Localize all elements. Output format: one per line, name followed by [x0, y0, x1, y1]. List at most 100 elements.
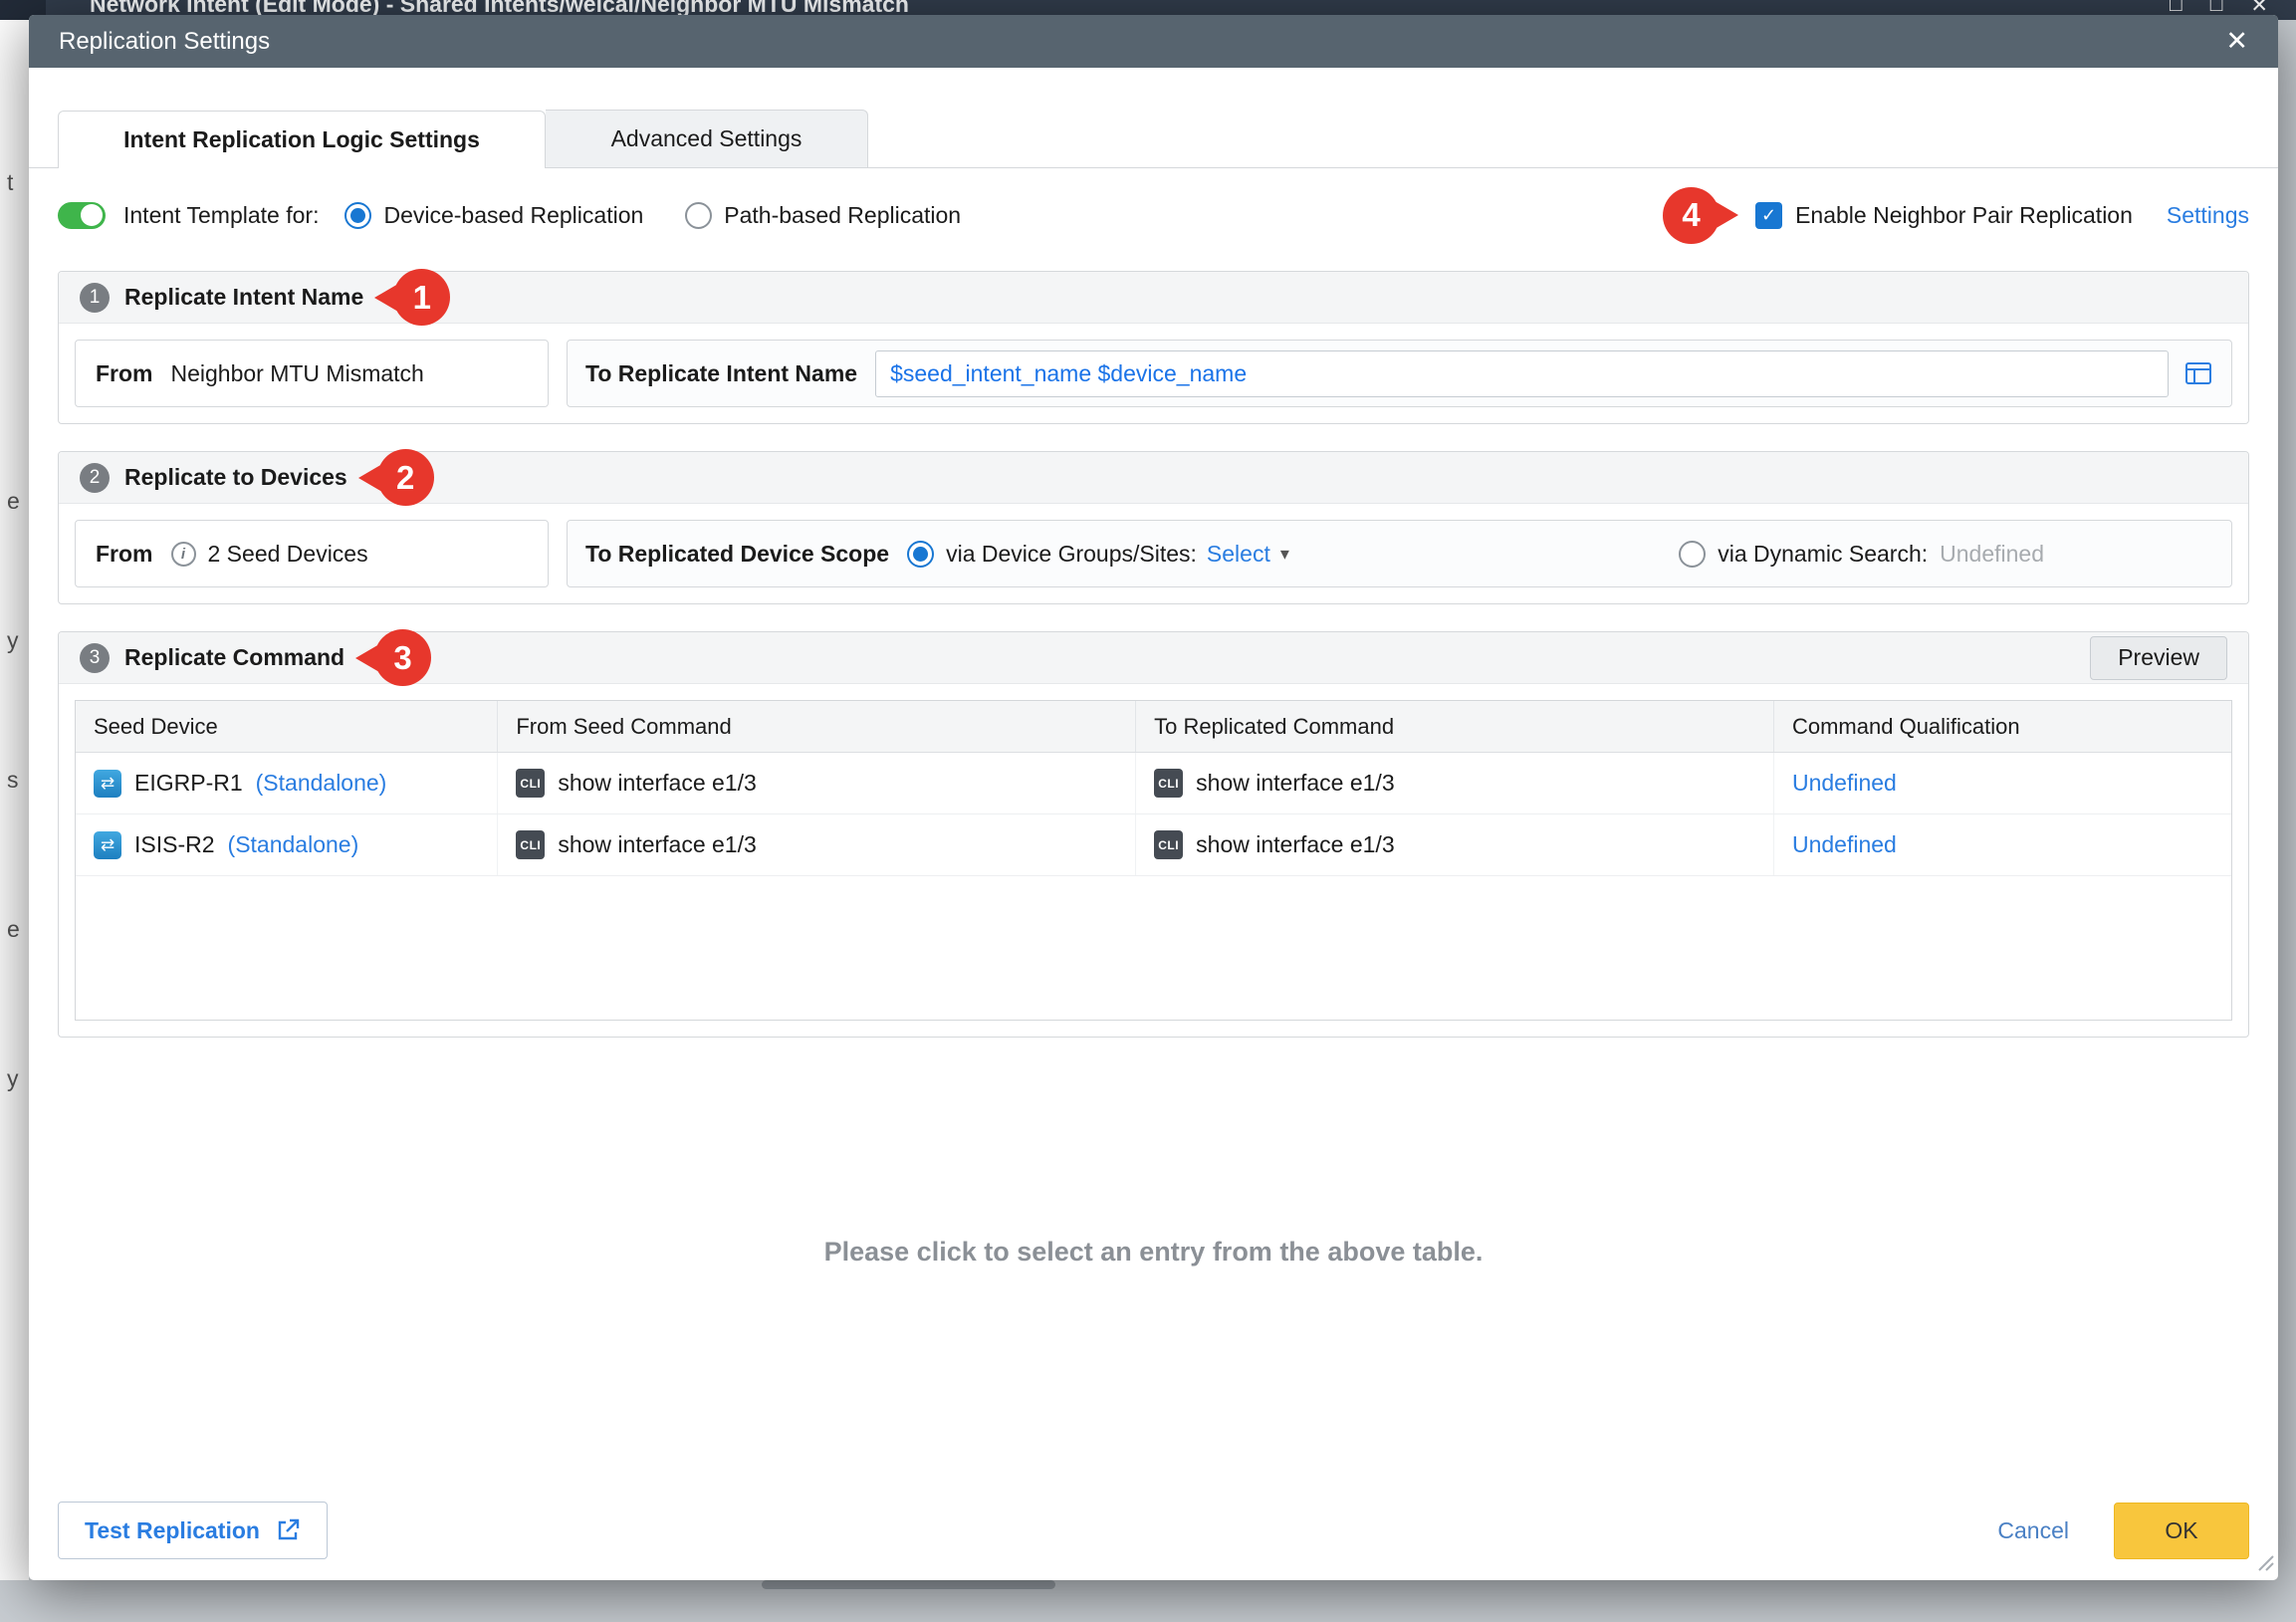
replicate-intent-name-section: 1 Replicate Intent Name 1 From Neighbor … — [58, 271, 2249, 424]
background-page-sliver: t e y s e y — [0, 20, 29, 1580]
device-mode: (Standalone) — [228, 831, 359, 858]
from-label: From — [96, 360, 153, 387]
device-scope-to-box: To Replicated Device Scope via Device Gr… — [567, 520, 2232, 587]
qualification-undefined-link[interactable]: Undefined — [1792, 770, 1897, 797]
dialog-title: Replication Settings — [59, 28, 270, 56]
from-command: show interface e1/3 — [558, 831, 756, 858]
tab-advanced-settings[interactable]: Advanced Settings — [546, 110, 868, 167]
device-based-radio[interactable] — [344, 202, 371, 229]
section2-title: Replicate to Devices — [124, 464, 347, 491]
chevron-down-icon[interactable]: ▾ — [1280, 544, 1289, 565]
intent-name-to-box: To Replicate Intent Name — [567, 340, 2232, 407]
qualification-undefined-link[interactable]: Undefined — [1792, 831, 1897, 858]
intent-template-row: Intent Template for: Device-based Replic… — [58, 186, 2249, 244]
cutoff-text-fragment: e — [7, 488, 20, 515]
info-icon: i — [171, 542, 196, 567]
cli-icon: CLI — [1154, 769, 1183, 798]
cutoff-text-fragment: t — [7, 169, 13, 196]
from-seed-command-cell: CLI show interface e1/3 — [498, 753, 1136, 813]
col-command-qualification: Command Qualification — [1774, 701, 2231, 752]
dialog-header: Replication Settings ✕ — [29, 15, 2278, 68]
seed-device-cell: ⇄ EIGRP-R1 (Standalone) — [76, 753, 498, 813]
to-command: show interface e1/3 — [1196, 831, 1394, 858]
cutoff-text-fragment: y — [7, 1065, 19, 1092]
section1-title: Replicate Intent Name — [124, 284, 363, 311]
variable-table-icon[interactable] — [2183, 358, 2213, 388]
device-groups-select-link[interactable]: Select — [1207, 541, 1270, 568]
callout-1-badge: 1 — [393, 269, 450, 326]
cutoff-text-fragment: y — [7, 627, 19, 654]
to-replicate-intent-name-label: To Replicate Intent Name — [585, 360, 857, 387]
replicate-intent-name-input[interactable] — [875, 350, 2169, 397]
resize-handle[interactable] — [2252, 1549, 2274, 1576]
close-icon[interactable]: ✕ — [2225, 28, 2248, 55]
tab-intent-replication-logic-settings[interactable]: Intent Replication Logic Settings — [58, 111, 546, 168]
col-to-replicated-command: To Replicated Command — [1136, 701, 1774, 752]
dynamic-search-option[interactable]: via Dynamic Search: Undefined — [1679, 541, 2044, 568]
device-name: EIGRP-R1 — [134, 770, 243, 797]
device-based-label: Device-based Replication — [383, 202, 643, 229]
replication-settings-dialog: Replication Settings ✕ Intent Replicatio… — [29, 15, 2278, 1580]
device-name: ISIS-R2 — [134, 831, 215, 858]
replicated-device-scope-label: To Replicated Device Scope — [585, 541, 889, 568]
device-mode: (Standalone) — [256, 770, 387, 797]
seed-devices-count: 2 Seed Devices — [208, 541, 368, 568]
section2-content: From i 2 Seed Devices To Replicated Devi… — [59, 504, 2248, 603]
seed-devices-from-box: From i 2 Seed Devices — [75, 520, 549, 587]
seed-device-cell: ⇄ ISIS-R2 (Standalone) — [76, 814, 498, 875]
section2-header: 2 Replicate to Devices 2 — [59, 452, 2248, 504]
path-based-replication-option[interactable]: Path-based Replication — [685, 202, 961, 229]
step-1-circle: 1 — [80, 283, 110, 313]
command-qualification-cell: Undefined — [1774, 753, 2231, 813]
device-groups-option[interactable]: via Device Groups/Sites: Select ▾ — [907, 541, 1289, 568]
replicate-command-table: Seed Device From Seed Command To Replica… — [75, 700, 2232, 1021]
intent-template-toggle[interactable] — [58, 202, 106, 229]
section3-header: 3 Replicate Command 3 Preview — [59, 632, 2248, 684]
neighbor-pair-group: 4 ✓ Enable Neighbor Pair Replication Set… — [1663, 187, 2249, 244]
path-based-label: Path-based Replication — [724, 202, 961, 229]
test-replication-button[interactable]: Test Replication — [58, 1502, 328, 1559]
callout-2-badge: 2 — [377, 449, 434, 506]
cutoff-text-fragment: s — [7, 767, 19, 794]
table-header-row: Seed Device From Seed Command To Replica… — [76, 701, 2231, 753]
cutoff-text-fragment: e — [7, 916, 20, 943]
neighbor-pair-settings-link[interactable]: Settings — [2167, 202, 2249, 229]
to-replicated-command-cell: CLI show interface e1/3 — [1136, 753, 1774, 813]
device-groups-label: via Device Groups/Sites: — [946, 541, 1197, 568]
from-command: show interface e1/3 — [558, 770, 756, 797]
preview-button[interactable]: Preview — [2090, 636, 2227, 680]
ok-button[interactable]: OK — [2114, 1503, 2249, 1559]
select-entry-hint: Please click to select an entry from the… — [58, 1237, 2249, 1268]
table-row[interactable]: ⇄ EIGRP-R1 (Standalone) CLI show interfa… — [76, 753, 2231, 814]
cancel-button[interactable]: Cancel — [1997, 1517, 2069, 1544]
device-icon: ⇄ — [94, 770, 121, 798]
section1-header: 1 Replicate Intent Name 1 — [59, 272, 2248, 324]
cli-icon: CLI — [1154, 830, 1183, 859]
dialog-body: Intent Replication Logic Settings Advanc… — [29, 110, 2278, 1622]
external-link-icon — [275, 1517, 301, 1543]
replicate-command-section: 3 Replicate Command 3 Preview Seed Devic… — [58, 631, 2249, 1038]
dynamic-search-value: Undefined — [1940, 541, 2044, 568]
enable-neighbor-pair-label: Enable Neighbor Pair Replication — [1795, 202, 2133, 229]
intent-template-label: Intent Template for: — [123, 202, 319, 229]
path-based-radio[interactable] — [685, 202, 712, 229]
cli-icon: CLI — [516, 769, 545, 798]
section3-title: Replicate Command — [124, 644, 344, 671]
col-from-seed-command: From Seed Command — [498, 701, 1136, 752]
device-groups-radio[interactable] — [907, 541, 934, 568]
dynamic-search-radio[interactable] — [1679, 541, 1706, 568]
table-row[interactable]: ⇄ ISIS-R2 (Standalone) CLI show interfac… — [76, 814, 2231, 876]
command-qualification-cell: Undefined — [1774, 814, 2231, 875]
step-3-circle: 3 — [80, 643, 110, 673]
to-replicated-command-cell: CLI show interface e1/3 — [1136, 814, 1774, 875]
seed-intent-name: Neighbor MTU Mismatch — [171, 360, 424, 387]
intent-name-from-box: From Neighbor MTU Mismatch — [75, 340, 549, 407]
device-based-replication-option[interactable]: Device-based Replication — [344, 202, 643, 229]
toggle-knob — [81, 204, 103, 226]
dialog-footer: Test Replication Cancel OK — [58, 1502, 2249, 1559]
enable-neighbor-pair-checkbox[interactable]: ✓ — [1755, 202, 1782, 229]
col-seed-device: Seed Device — [76, 701, 498, 752]
callout-4-badge: 4 — [1663, 187, 1720, 244]
section1-content: From Neighbor MTU Mismatch To Replicate … — [59, 324, 2248, 423]
to-command: show interface e1/3 — [1196, 770, 1394, 797]
